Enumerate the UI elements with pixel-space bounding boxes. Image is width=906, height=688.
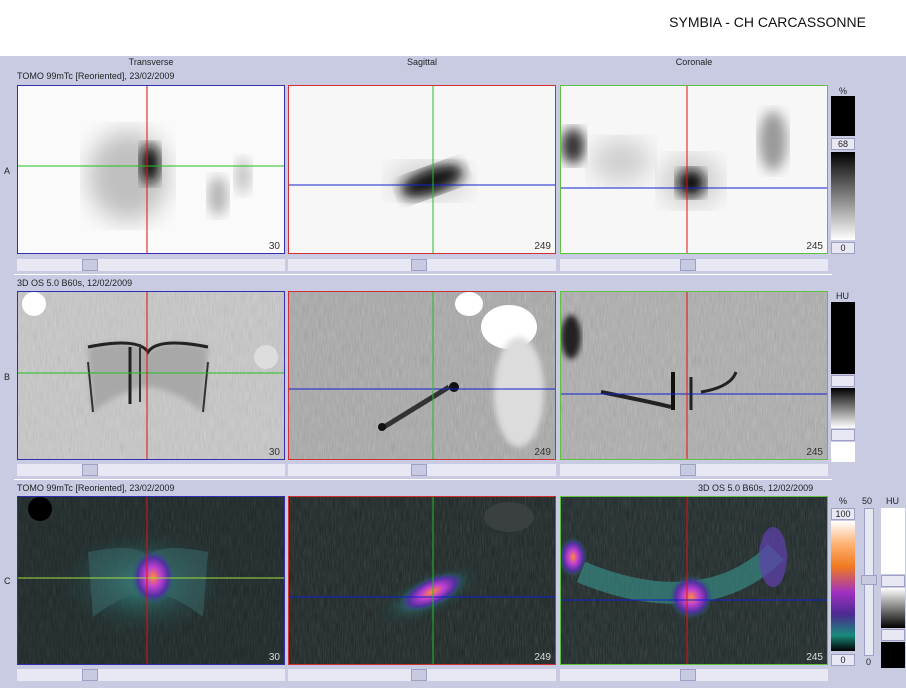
scroll-thumb[interactable] (680, 464, 696, 476)
colorbar-a-top (831, 96, 855, 136)
colorbar-b-lower-handle[interactable] (831, 429, 855, 441)
column-header-transverse: Transverse (128, 57, 174, 67)
slice-number: 245 (806, 447, 823, 458)
viewport-b-coronal[interactable]: 245 (560, 291, 828, 460)
colorbar-c-hu-lower-handle[interactable] (881, 629, 905, 641)
slice-number: 30 (268, 652, 280, 663)
colorbar-c-unit: % (839, 496, 848, 506)
slice-number: 249 (534, 447, 551, 458)
colorbar-b-unit: HU (836, 291, 849, 301)
row-c-series-info-right: 3D OS 5.0 B60s, 12/02/2009 (698, 483, 814, 493)
viewport-c-sagittal[interactable]: 249 (288, 496, 556, 665)
viewport-a-coronal[interactable]: 245 (560, 85, 828, 254)
colorbar-c-hu-unit: HU (886, 496, 899, 506)
fusion-slider-label: 50 (862, 496, 873, 506)
row-c-label: C (4, 576, 11, 586)
slice-number: 245 (806, 652, 823, 663)
colorbar-c-gradient (831, 521, 855, 651)
row-a-series-info: TOMO 99mTc [Reoriented], 23/02/2009 (17, 71, 175, 81)
title-bar: SYMBIA - CH CARCASSONNE (0, 0, 906, 56)
slice-scrollbar-c-transverse[interactable] (17, 669, 285, 681)
slice-number: 30 (268, 447, 280, 458)
colorbar-c-hu-top (881, 508, 905, 574)
slice-number: 249 (534, 652, 551, 663)
colorbar-b-upper-handle[interactable] (831, 375, 855, 387)
colorbar-c-min[interactable]: 0 (831, 654, 855, 666)
colorbar-a-max[interactable]: 68 (831, 138, 855, 150)
scroll-thumb[interactable] (680, 259, 696, 271)
viewport-a-sagittal[interactable]: 249 (288, 85, 556, 254)
slice-scrollbar-a-transverse[interactable] (17, 259, 285, 271)
slice-scrollbar-b-transverse[interactable] (17, 464, 285, 476)
row-b-label: B (4, 372, 11, 382)
colorbar-c-hu-gradient (881, 588, 905, 628)
scroll-thumb[interactable] (411, 259, 427, 271)
colorbar-c-hu-bottom (881, 642, 905, 668)
row-a-label: A (4, 166, 11, 176)
column-header-sagittal: Sagittal (406, 57, 438, 67)
colorbar-b-top (831, 302, 855, 374)
slice-number: 249 (534, 241, 551, 252)
scroll-thumb[interactable] (411, 669, 427, 681)
slice-scrollbar-a-coronal[interactable] (560, 259, 828, 271)
fusion-slider-thumb[interactable] (861, 575, 877, 585)
viewport-c-transverse[interactable]: 30 (17, 496, 285, 665)
colorbar-b-gradient (831, 388, 855, 428)
slice-number: 245 (806, 241, 823, 252)
institution-title: SYMBIA - CH CARCASSONNE (669, 14, 866, 30)
colorbar-a-min[interactable]: 0 (831, 242, 855, 254)
colorbar-b-bottom (831, 442, 855, 462)
slice-scrollbar-c-coronal[interactable] (560, 669, 828, 681)
colorbar-a-unit: % (839, 86, 848, 96)
colorbar-a-gradient (831, 152, 855, 240)
slice-scrollbar-a-sagittal[interactable] (288, 259, 556, 271)
slice-scrollbar-b-sagittal[interactable] (288, 464, 556, 476)
row-b-series-info: 3D OS 5.0 B60s, 12/02/2009 (17, 278, 133, 288)
column-header-coronal: Coronale (675, 57, 713, 67)
viewport-b-transverse[interactable]: 30 (17, 291, 285, 460)
separator (14, 274, 832, 275)
slice-scrollbar-b-coronal[interactable] (560, 464, 828, 476)
scroll-thumb[interactable] (82, 259, 98, 271)
slice-number: 30 (268, 241, 280, 252)
scroll-thumb[interactable] (680, 669, 696, 681)
row-c-series-info: TOMO 99mTc [Reoriented], 23/02/2009 (17, 483, 175, 493)
viewport-a-transverse[interactable]: 30 (17, 85, 285, 254)
viewport-c-coronal[interactable]: 245 (560, 496, 828, 665)
fusion-slider-min: 0 (866, 657, 872, 667)
separator (14, 479, 832, 480)
viewport-b-sagittal[interactable]: 249 (288, 291, 556, 460)
scroll-thumb[interactable] (82, 669, 98, 681)
scroll-thumb[interactable] (411, 464, 427, 476)
scroll-thumb[interactable] (82, 464, 98, 476)
slice-scrollbar-c-sagittal[interactable] (288, 669, 556, 681)
colorbar-c-max[interactable]: 100 (831, 508, 855, 520)
colorbar-c-hu-upper-handle[interactable] (881, 575, 905, 587)
